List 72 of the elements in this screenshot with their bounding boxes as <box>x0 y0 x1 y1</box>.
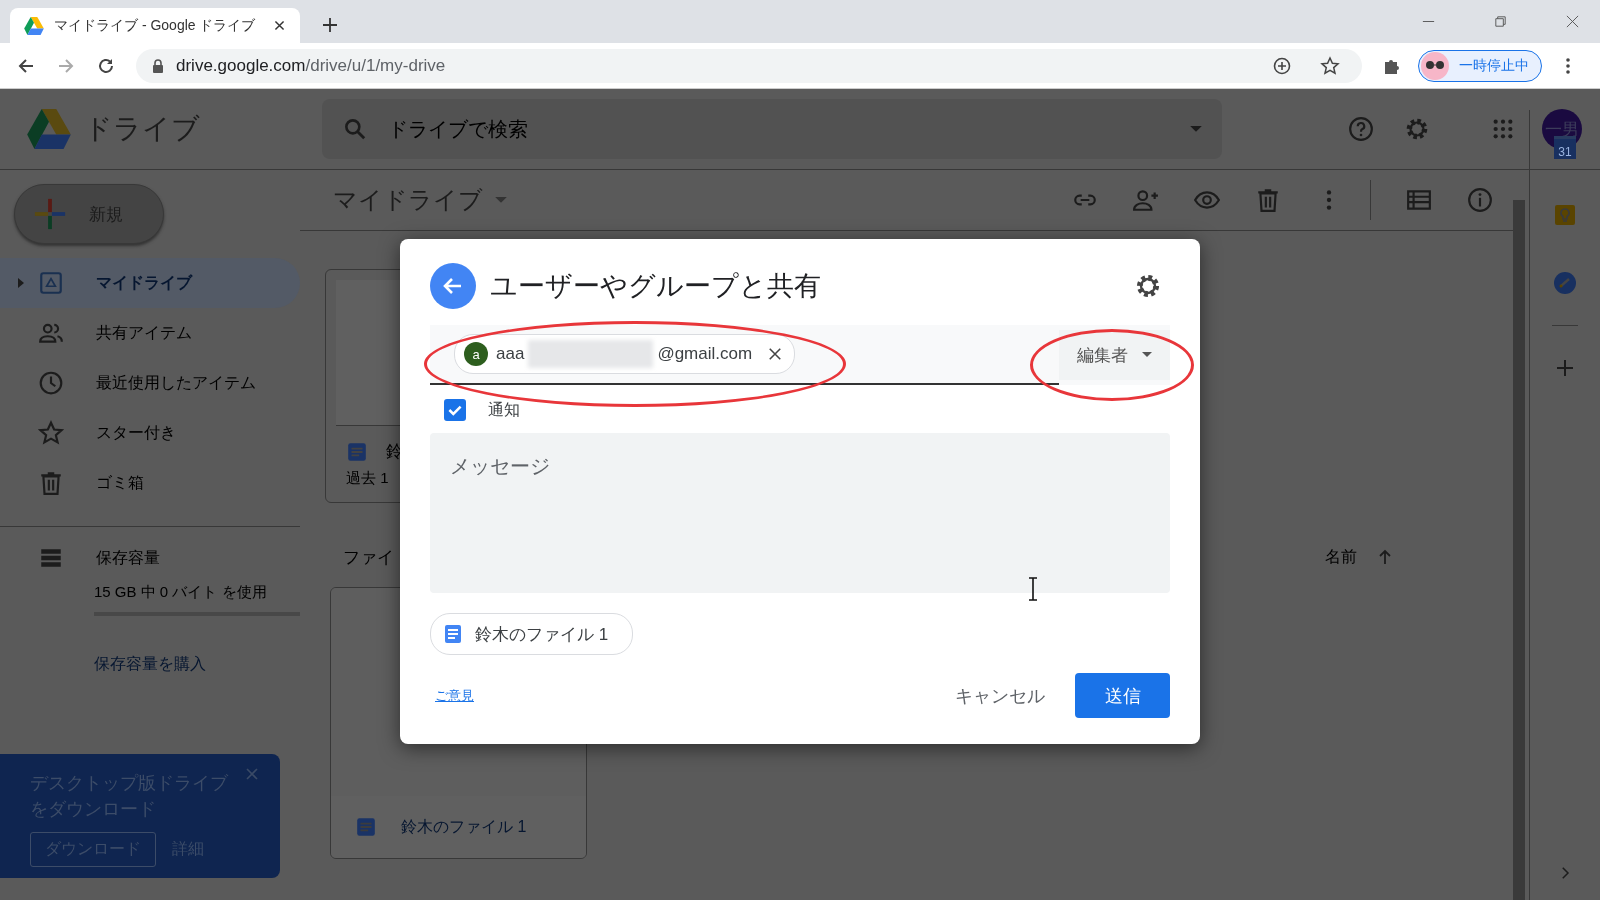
document-icon <box>346 440 368 463</box>
send-button[interactable]: 送信 <box>1075 673 1170 718</box>
file-name: 鈴木のファイル 1 <box>401 816 527 837</box>
expand-arrow-icon[interactable] <box>18 278 24 288</box>
sidebar-item[interactable]: 最近使用したアイテム <box>0 358 300 408</box>
app-name: ドライブ <box>84 112 200 146</box>
email-start: aaa <box>496 344 525 364</box>
arrow-up-icon[interactable] <box>1377 549 1393 565</box>
clock-icon <box>38 370 64 396</box>
bulb-icon[interactable] <box>1553 203 1577 227</box>
location-title[interactable]: マイドライブ <box>333 184 507 216</box>
star-icon <box>38 420 64 446</box>
address-bar[interactable]: drive.google.com/drive/u/1/my-drive <box>136 48 1362 83</box>
sort-button[interactable]: 名前 <box>1325 546 1357 568</box>
storage-usage: 15 GB 中 0 バイト を使用 <box>94 583 268 602</box>
help-icon[interactable] <box>1348 116 1374 142</box>
caret-icon[interactable] <box>1190 125 1202 133</box>
notify-checkbox[interactable] <box>444 399 466 421</box>
recipient-avatar: a <box>464 342 488 366</box>
restore-icon[interactable] <box>1493 14 1508 29</box>
settings-icon[interactable] <box>1134 272 1162 300</box>
add-person-icon[interactable] <box>1133 187 1159 213</box>
storage-label: 保存容量 <box>96 547 160 568</box>
file-chip-name: 鈴木のファイル 1 <box>475 623 609 646</box>
dialog-title: ユーザーやグループと共有 <box>490 270 821 303</box>
sidebar-item[interactable]: 共有アイテム <box>0 308 300 358</box>
notify-label: 通知 <box>488 399 520 420</box>
text-cursor-icon <box>1028 577 1038 601</box>
browser-tab[interactable]: マイドライブ - Google ドライブ <box>10 8 300 43</box>
recipient-field[interactable]: a aaa @gmail.com <box>430 325 1059 385</box>
scrollbar[interactable] <box>1513 200 1525 900</box>
document-icon <box>355 816 377 838</box>
glasses-avatar-icon <box>1421 51 1449 80</box>
sidebar-item[interactable]: スター付き <box>0 408 300 458</box>
role-dropdown[interactable]: 編集者 <box>1058 330 1170 380</box>
drive-logo-icon <box>26 109 72 149</box>
close-icon[interactable] <box>273 19 286 32</box>
search-field[interactable]: ドライブで検索 <box>322 99 1222 159</box>
feedback-link[interactable]: ご意見 <box>430 686 474 705</box>
calendar-icon[interactable]: 31 <box>1554 136 1576 159</box>
tab-title: マイドライブ - Google ドライブ <box>54 16 257 35</box>
recipient-chip[interactable]: a aaa @gmail.com <box>454 334 796 374</box>
email-end: @gmail.com <box>657 344 753 364</box>
info-icon[interactable] <box>1467 187 1493 213</box>
lock-icon <box>152 58 164 73</box>
new-tab-icon[interactable] <box>322 17 338 33</box>
trash-icon[interactable] <box>1255 187 1281 213</box>
file-meta: 過去 1 <box>346 469 389 488</box>
caret-icon <box>1141 352 1152 358</box>
profile-button[interactable]: 一時停止中 <box>1418 49 1542 82</box>
trash-icon <box>38 470 64 496</box>
url-text: drive.google.com/drive/u/1/my-drive <box>176 55 446 76</box>
add-icon[interactable] <box>1272 55 1292 76</box>
cancel-button[interactable]: キャンセル <box>947 675 1053 716</box>
list-view-icon[interactable] <box>1406 187 1432 213</box>
document-icon <box>443 624 463 644</box>
caret-icon <box>495 196 507 204</box>
buy-storage-link[interactable]: 保存容量を購入 <box>94 654 300 675</box>
files-heading: ファイ <box>342 546 394 569</box>
drive-logo-icon <box>24 16 44 35</box>
star-icon[interactable] <box>1320 55 1340 76</box>
sidebar-item[interactable]: ゴミ箱 <box>0 458 300 508</box>
drive-icon <box>38 270 64 296</box>
back-button[interactable] <box>430 263 476 309</box>
message-field[interactable]: メッセージ <box>430 433 1170 593</box>
sidebar-item[interactable]: マイドライブ <box>0 258 300 308</box>
plus-icon <box>33 197 67 231</box>
search-icon <box>342 116 368 142</box>
search-input[interactable]: ドライブで検索 <box>386 116 1172 142</box>
close-icon[interactable] <box>768 347 783 361</box>
file-name: 鈴 <box>386 441 403 463</box>
check-circle-icon[interactable] <box>1553 271 1577 295</box>
